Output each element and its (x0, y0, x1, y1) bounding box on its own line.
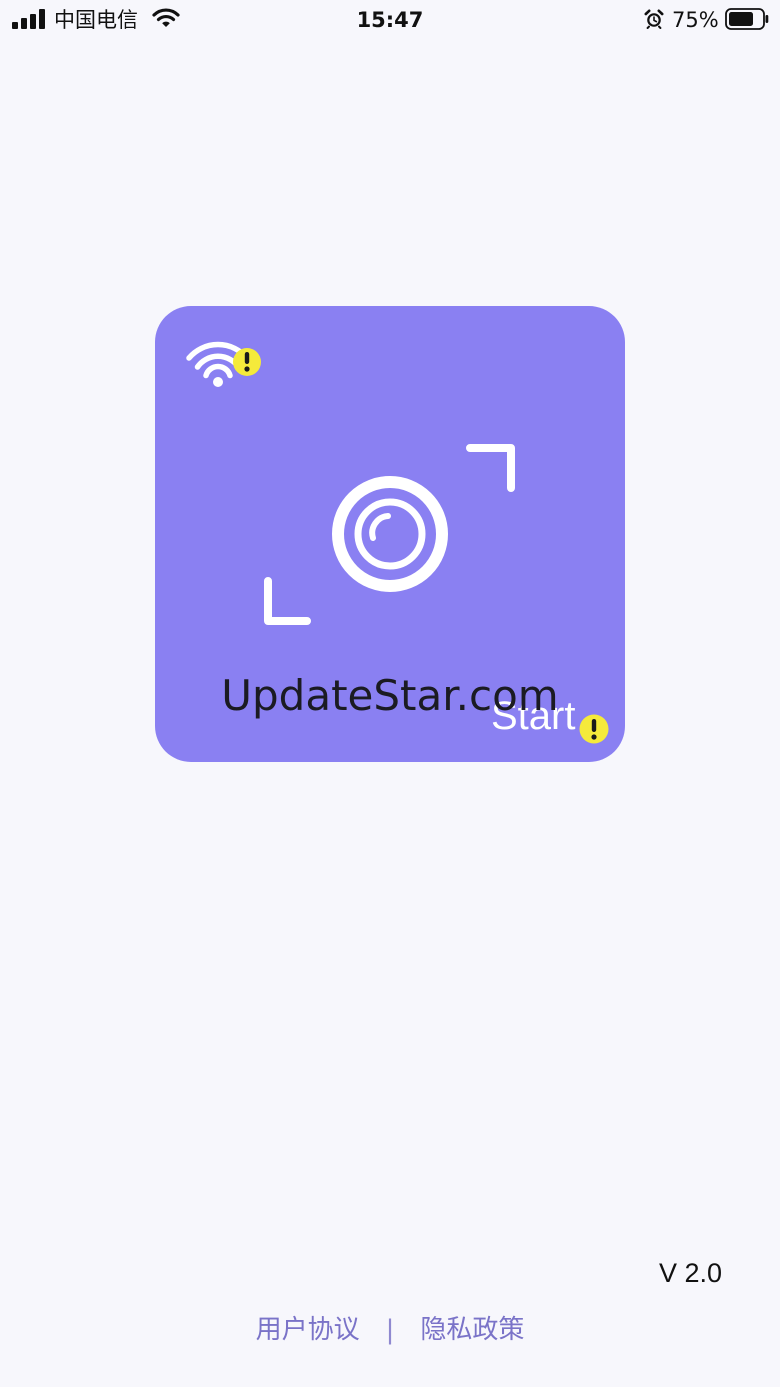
footer-separator: | (385, 1315, 395, 1345)
alarm-icon (644, 9, 664, 29)
wifi-warning-icon (186, 341, 261, 387)
footer-links: 用户协议 | 隐私政策 (0, 1312, 780, 1348)
privacy-policy-link[interactable]: 隐私政策 (420, 1312, 524, 1348)
status-bar: 中国电信 15:47 75% (0, 0, 780, 40)
watermark-text: UpdateStar.com (221, 671, 559, 720)
app-version: V 2.0 (658, 1258, 722, 1288)
battery-icon (725, 8, 769, 30)
camera-scan-icon (264, 444, 515, 625)
battery-percent: 75% (672, 8, 719, 32)
user-agreement-link[interactable]: 用户协议 (256, 1312, 360, 1348)
